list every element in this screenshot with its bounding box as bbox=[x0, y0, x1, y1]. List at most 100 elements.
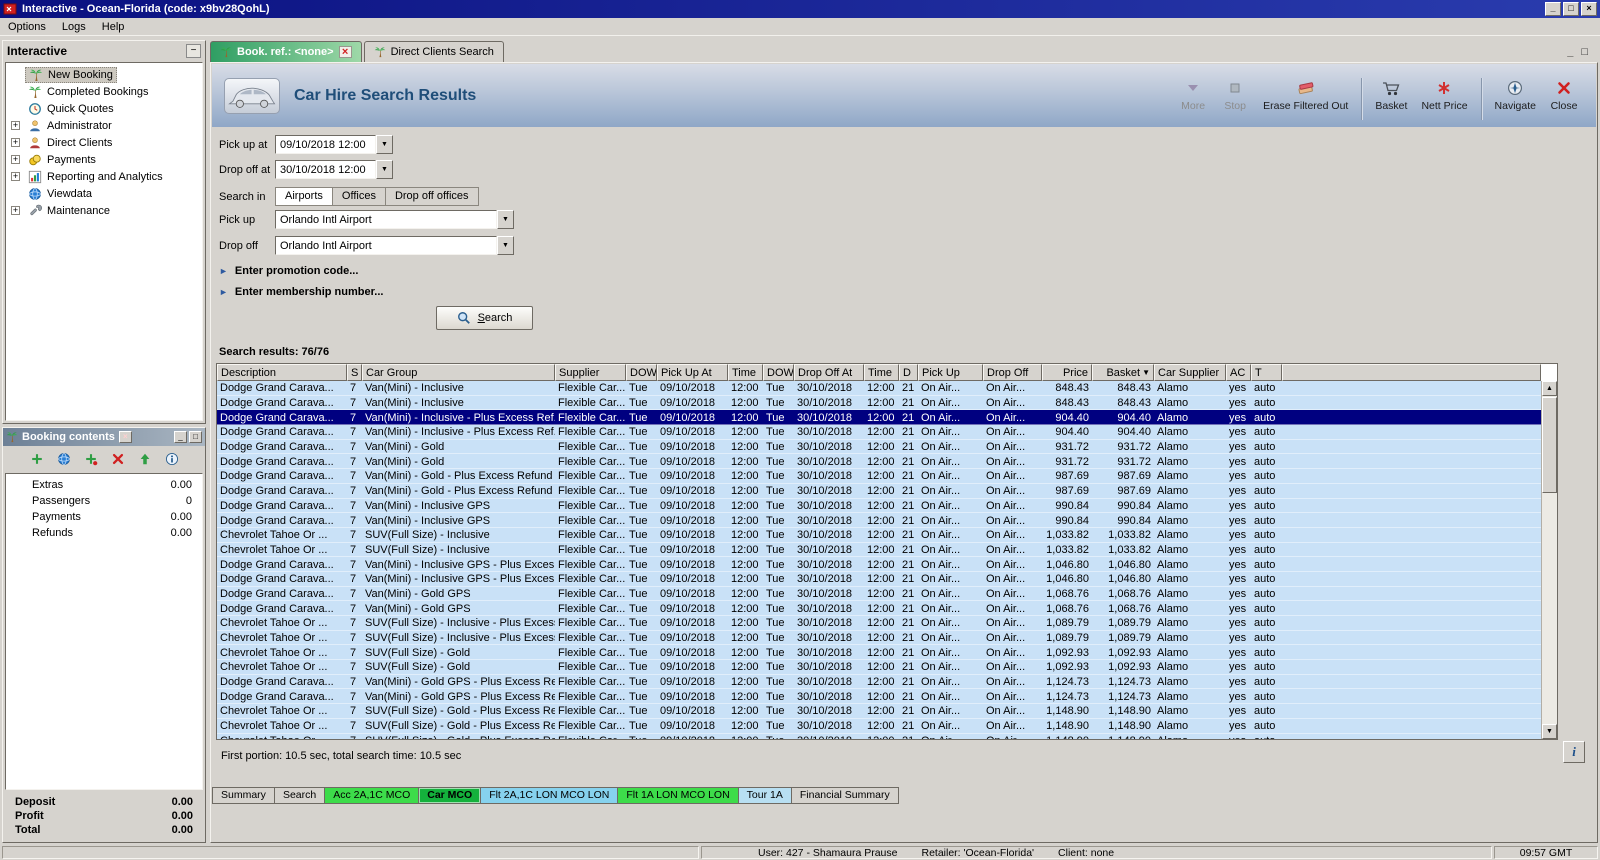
result-row[interactable]: Chevrolet Tahoe Or ...7SUV(Full Size) - … bbox=[217, 733, 1541, 739]
tab-car-mco[interactable]: Car MCO bbox=[418, 787, 482, 804]
result-row[interactable]: Chevrolet Tahoe Or ...7SUV(Full Size) - … bbox=[217, 527, 1541, 543]
booking-contents-close-button[interactable]: × bbox=[118, 431, 132, 443]
column-header-dow1[interactable]: DOW bbox=[626, 364, 657, 381]
sidebar-item-reporting[interactable]: + Reporting and Analytics bbox=[6, 168, 202, 185]
tab-acc-mco[interactable]: Acc 2A,1C MCO bbox=[324, 787, 420, 804]
scroll-down-icon[interactable]: ▼ bbox=[1542, 724, 1557, 739]
info-icon[interactable] bbox=[163, 450, 181, 468]
stop-button[interactable]: Stop bbox=[1215, 76, 1255, 115]
expand-toggle[interactable]: + bbox=[11, 138, 20, 147]
sidebar-item-completed-bookings[interactable]: Completed Bookings bbox=[6, 83, 202, 100]
sidebar-item-maintenance[interactable]: + Maintenance bbox=[6, 202, 202, 219]
tab-financial-summary[interactable]: Financial Summary bbox=[790, 787, 899, 804]
nett-price-button[interactable]: Nett Price bbox=[1415, 76, 1473, 115]
column-header-pick_up_at[interactable]: Pick Up At bbox=[657, 364, 728, 381]
maximize-button[interactable]: □ bbox=[1563, 2, 1579, 16]
column-header-car_group[interactable]: Car Group bbox=[362, 364, 555, 381]
promotion-code-disclosure[interactable]: ► Enter promotion code... bbox=[219, 265, 358, 277]
mdi-restore-button[interactable]: □ bbox=[1581, 46, 1588, 58]
dropoff-select[interactable]: Orlando Intl Airport ▼ bbox=[275, 236, 514, 255]
result-row[interactable]: Dodge Grand Carava... 7 Van(Mini) - Gold G… bbox=[217, 601, 1541, 616]
navigate-button[interactable]: Navigate bbox=[1489, 76, 1542, 115]
sidebar-item-quick-quotes[interactable]: Quick Quotes bbox=[6, 100, 202, 117]
list-item-payments[interactable]: Payments 0.00 bbox=[6, 509, 202, 525]
booking-contents-restore-button[interactable]: □ bbox=[189, 431, 202, 443]
result-row[interactable]: Dodge Grand Carava... 7 Van(Mini) - Inclus… bbox=[217, 498, 1541, 514]
result-row[interactable]: Dodge Grand Carava... 7 Van(Mini) - Inclus… bbox=[217, 513, 1541, 528]
column-header-days[interactable]: D bbox=[899, 364, 918, 381]
collapse-panel-button[interactable]: − bbox=[186, 43, 201, 58]
result-row[interactable]: Chevrolet Tahoe Or ...7SUV(Full Size) - … bbox=[217, 660, 1541, 675]
column-header-transmission[interactable]: T bbox=[1251, 364, 1282, 381]
tab-search[interactable]: Search bbox=[273, 787, 326, 804]
dropdown-icon[interactable]: ▼ bbox=[497, 236, 514, 255]
column-header-drop_off_at[interactable]: Drop Off At bbox=[794, 364, 864, 381]
result-row[interactable]: Dodge Grand Carava... 7 Van(Mini) - Gold Fl… bbox=[217, 439, 1541, 455]
tab-close-icon[interactable]: × bbox=[338, 46, 352, 58]
result-row[interactable]: Chevrolet Tahoe Or ...7SUV(Full Size) - … bbox=[217, 542, 1541, 558]
info-button[interactable]: i bbox=[1563, 741, 1585, 763]
tab-airports[interactable]: Airports bbox=[275, 187, 333, 206]
column-header-supplier[interactable]: Supplier bbox=[555, 364, 626, 381]
menu-help[interactable]: Help bbox=[94, 19, 133, 35]
expand-toggle[interactable]: + bbox=[11, 155, 20, 164]
list-item-refunds[interactable]: Refunds 0.00 bbox=[6, 525, 202, 541]
tab-flt-1a[interactable]: Flt 1A LON MCO LON bbox=[617, 787, 739, 804]
menu-logs[interactable]: Logs bbox=[54, 19, 94, 35]
delete-icon[interactable] bbox=[109, 450, 127, 468]
column-header-seats[interactable]: S bbox=[347, 364, 362, 381]
result-row[interactable]: Dodge Grand Carava... 7 Van(Mini) - Inclus… bbox=[217, 557, 1541, 572]
result-row[interactable]: Dodge Grand Carava... 7 Van(Mini) - Gold G… bbox=[217, 689, 1541, 705]
column-header-time1[interactable]: Time bbox=[728, 364, 763, 381]
dropoff-at-input[interactable]: 30/10/2018 12:00 ▼ bbox=[275, 160, 393, 179]
close-view-button[interactable]: Close bbox=[1544, 76, 1584, 115]
tab-summary[interactable]: Summary bbox=[212, 787, 275, 804]
add-icon[interactable] bbox=[28, 450, 46, 468]
column-header-car_supplier[interactable]: Car Supplier bbox=[1154, 364, 1226, 381]
result-row[interactable]: Chevrolet Tahoe Or ...7SUV(Full Size) - … bbox=[217, 645, 1541, 661]
sidebar-item-new-booking[interactable]: New Booking bbox=[6, 66, 202, 83]
expand-toggle[interactable]: + bbox=[11, 121, 20, 130]
column-header-drop_off[interactable]: Drop Off bbox=[983, 364, 1042, 381]
vertical-scrollbar[interactable]: ▲ ▼ bbox=[1541, 381, 1557, 739]
result-row[interactable]: Dodge Grand Carava... 7 Van(Mini) - Gold -… bbox=[217, 483, 1541, 499]
result-row[interactable]: Dodge Grand Carava... 7 Van(Mini) - Inclus… bbox=[217, 395, 1541, 411]
pickup-at-input[interactable]: 09/10/2018 12:00 ▼ bbox=[275, 135, 393, 154]
scrollbar-thumb[interactable] bbox=[1542, 397, 1557, 493]
column-header-pick_up[interactable]: Pick Up bbox=[918, 364, 983, 381]
pickup-select[interactable]: Orlando Intl Airport ▼ bbox=[275, 210, 514, 229]
column-header-time2[interactable]: Time bbox=[864, 364, 899, 381]
world-icon[interactable] bbox=[55, 450, 73, 468]
column-header-description[interactable]: Description bbox=[217, 364, 347, 381]
result-row[interactable]: Dodge Grand Carava... 7 Van(Mini) - Inclus… bbox=[217, 410, 1541, 426]
result-row[interactable]: Dodge Grand Carava... 7 Van(Mini) - Gold Fl… bbox=[217, 454, 1541, 470]
menu-options[interactable]: Options bbox=[0, 19, 54, 35]
expand-toggle[interactable]: + bbox=[11, 206, 20, 215]
membership-number-disclosure[interactable]: ► Enter membership number... bbox=[219, 286, 383, 298]
tab-flt-2a1c[interactable]: Flt 2A,1C LON MCO LON bbox=[480, 787, 619, 804]
minimize-button[interactable]: _ bbox=[1545, 2, 1561, 16]
dropdown-icon[interactable]: ▼ bbox=[376, 135, 393, 154]
tab-offices[interactable]: Offices bbox=[332, 187, 386, 206]
column-header-basket[interactable]: Basket ▼ bbox=[1092, 364, 1154, 381]
result-row[interactable]: Chevrolet Tahoe Or ...7SUV(Full Size) - … bbox=[217, 718, 1541, 734]
result-row[interactable]: Dodge Grand Carava... 7 Van(Mini) - Gold G… bbox=[217, 674, 1541, 690]
search-button[interactable]: Search bbox=[436, 306, 533, 330]
add-extra-icon[interactable] bbox=[82, 450, 100, 468]
result-row[interactable]: Dodge Grand Carava... 7 Van(Mini) - Gold G… bbox=[217, 586, 1541, 602]
expand-toggle[interactable]: + bbox=[11, 172, 20, 181]
dropdown-icon[interactable]: ▼ bbox=[376, 160, 393, 179]
result-row[interactable]: Dodge Grand Carava... 7 Van(Mini) - Inclus… bbox=[217, 571, 1541, 587]
sidebar-item-payments[interactable]: + Payments bbox=[6, 151, 202, 168]
sidebar-item-administrator[interactable]: + Administrator bbox=[6, 117, 202, 134]
result-row[interactable]: Dodge Grand Carava... 7 Van(Mini) - Inclus… bbox=[217, 381, 1541, 396]
column-header-price[interactable]: Price bbox=[1042, 364, 1092, 381]
tab-tour-1a[interactable]: Tour 1A bbox=[737, 787, 792, 804]
erase-filtered-out-button[interactable]: Erase Filtered Out bbox=[1257, 76, 1354, 115]
scroll-up-icon[interactable]: ▲ bbox=[1542, 381, 1557, 396]
move-up-icon[interactable] bbox=[136, 450, 154, 468]
close-button[interactable]: × bbox=[1581, 2, 1597, 16]
booking-contents-minimize-button[interactable]: _ bbox=[174, 431, 187, 443]
result-row[interactable]: Dodge Grand Carava... 7 Van(Mini) - Inclus… bbox=[217, 425, 1541, 440]
list-item-extras[interactable]: Extras 0.00 bbox=[6, 477, 202, 493]
